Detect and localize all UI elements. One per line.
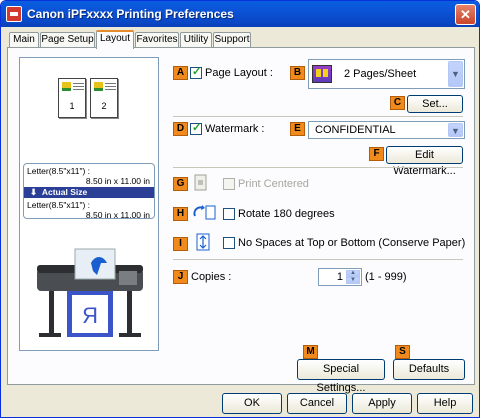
tab-utility[interactable]: Utility <box>180 32 212 48</box>
badge-d: D <box>173 122 188 136</box>
divider <box>173 259 463 260</box>
layout-preview: 1 2 <box>58 78 120 126</box>
tab-page-setup[interactable]: Page Setup <box>40 32 95 48</box>
set-button[interactable]: Set... <box>407 95 463 113</box>
printer-app-icon <box>6 6 22 22</box>
image-icon <box>94 82 103 91</box>
badge-c: C <box>390 96 405 110</box>
printing-preferences-window: Canon iPFxxxx Printing Preferences ✕ Mai… <box>0 0 480 418</box>
page-layout-value: 2 Pages/Sheet <box>344 68 417 80</box>
print-centered-label: Print Centered <box>238 178 309 190</box>
copies-spinner[interactable]: 1 ▲ ▼ <box>318 268 362 286</box>
output-size-dims: 8.50 in x 11.00 in <box>85 210 150 220</box>
badge-e: E <box>290 122 305 136</box>
no-spaces-icon <box>196 233 210 251</box>
copies-value: 1 <box>336 271 343 283</box>
defaults-button[interactable]: Defaults <box>393 359 465 380</box>
cancel-button[interactable]: Cancel <box>287 393 347 414</box>
special-settings-button[interactable]: Special Settings... <box>297 359 385 394</box>
scaling-mode: ⬇ Actual Size <box>24 187 154 198</box>
watermark-value: CONFIDENTIAL <box>315 124 396 136</box>
image-icon <box>62 82 71 91</box>
original-size-label: Letter(8.5"x11") : <box>27 166 91 176</box>
apply-button[interactable]: Apply <box>352 393 412 414</box>
tab-favorites[interactable]: Favorites <box>135 32 179 48</box>
badge-a: A <box>173 66 188 80</box>
two-pages-icon <box>312 65 332 83</box>
rotate-checkbox[interactable] <box>223 208 235 220</box>
edit-watermark-button[interactable]: Edit Watermark... <box>386 146 463 177</box>
badge-m: M <box>303 345 318 359</box>
badge-g: G <box>173 177 188 191</box>
window-title: Canon iPFxxxx Printing Preferences <box>27 7 234 21</box>
title-bar[interactable]: Canon iPFxxxx Printing Preferences ✕ <box>1 1 479 27</box>
page-layout-label: Page Layout : <box>205 67 273 79</box>
badge-h: H <box>173 207 188 221</box>
divider <box>173 116 463 117</box>
spin-up-icon[interactable]: ▲ <box>346 270 360 277</box>
badge-f: F <box>369 147 384 161</box>
close-button[interactable]: ✕ <box>455 4 476 25</box>
divider <box>173 167 463 168</box>
badge-b: B <box>290 66 305 80</box>
page-thumbnail-1: 1 <box>58 78 86 118</box>
tab-layout[interactable]: Layout <box>96 30 134 49</box>
page-thumbnail-2: 2 <box>90 78 118 118</box>
no-spaces-checkbox[interactable] <box>223 237 235 249</box>
original-size-dims: 8.50 in x 11.00 in <box>85 176 150 186</box>
sheet-letter: R <box>82 303 98 328</box>
tab-main[interactable]: Main <box>9 32 39 48</box>
arrow-down-icon: ⬇ <box>30 187 38 197</box>
badge-j: J <box>173 270 188 284</box>
print-centered-icon <box>194 174 207 191</box>
badge-s: S <box>395 345 410 359</box>
ok-button[interactable]: OK <box>222 393 282 414</box>
page-layout-checkbox[interactable] <box>190 65 202 79</box>
spin-down-icon[interactable]: ▼ <box>346 277 360 284</box>
chevron-down-icon: ▼ <box>448 123 463 137</box>
copies-label: Copies : <box>191 271 232 283</box>
print-centered-checkbox[interactable] <box>223 178 235 190</box>
page-number: 2 <box>101 101 107 111</box>
watermark-checkbox[interactable] <box>190 121 202 135</box>
paper-size-info: Letter(8.5"x11") : 8.50 in x 11.00 in ⬇ … <box>23 163 155 220</box>
rotate-label: Rotate 180 degrees <box>238 208 335 220</box>
output-size-label: Letter(8.5"x11") : <box>27 200 91 210</box>
watermark-select[interactable]: CONFIDENTIAL ▼ <box>308 121 465 139</box>
badge-i: I <box>173 237 188 251</box>
tab-support[interactable]: Support <box>213 32 251 48</box>
help-button[interactable]: Help <box>417 393 473 414</box>
scaling-mode-label: Actual Size <box>41 187 88 197</box>
rotate-icon <box>193 205 216 220</box>
no-spaces-label: No Spaces at Top or Bottom (Conserve Pap… <box>238 237 466 249</box>
printer-illustration-icon: R <box>37 248 143 337</box>
chevron-down-icon: ▼ <box>448 61 463 87</box>
page-number: 1 <box>69 101 75 111</box>
copies-range: (1 - 999) <box>365 271 407 283</box>
watermark-label: Watermark : <box>205 123 265 135</box>
